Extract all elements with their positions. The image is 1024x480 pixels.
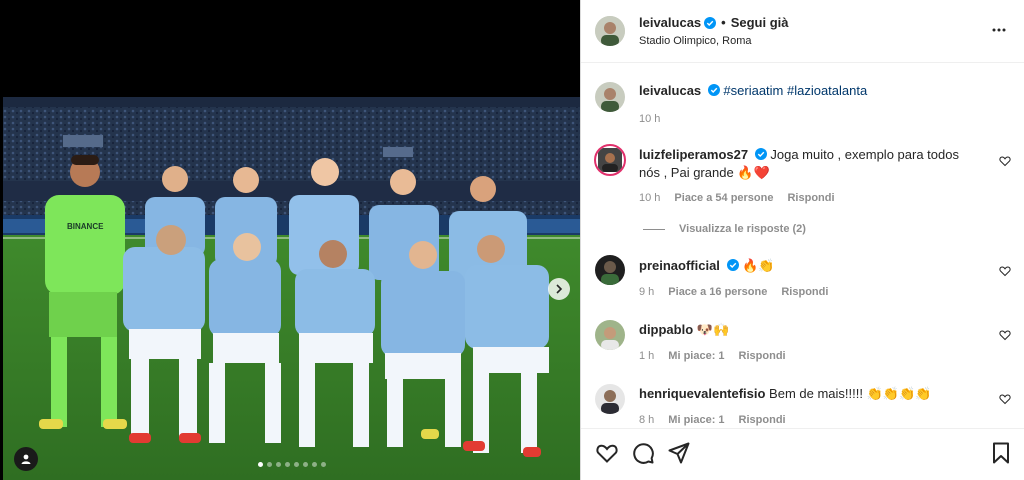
reply-button[interactable]: Rispondi (787, 192, 834, 204)
author-username[interactable]: leivalucas (639, 15, 701, 30)
commenter-avatar[interactable] (594, 144, 626, 176)
view-replies-label: Visualizza le risposte (2) (679, 223, 806, 235)
carousel-dot (303, 462, 308, 467)
comment-meta: 1 h Mi piace: 1 Rispondi (639, 350, 786, 362)
caption-author-avatar[interactable] (595, 82, 625, 112)
post-media-panel: BINANCE (0, 0, 580, 480)
comment-time[interactable]: 10 h (639, 192, 660, 204)
comment-meta: 8 h Mi piace: 1 Rispondi (639, 414, 786, 426)
verified-badge-icon (726, 259, 739, 271)
comment-like-heart-icon[interactable] (999, 329, 1011, 341)
carousel-dot (285, 462, 290, 467)
caption-author[interactable]: leivalucas (639, 83, 701, 98)
comment-meta: 10 h Piace a 54 persone Rispondi (639, 192, 835, 204)
comment-item: luizfeliperamos27 Joga muito , exemplo p… (639, 146, 979, 182)
person-tag-icon (21, 454, 31, 464)
comment-author[interactable]: luizfeliperamos27 (639, 147, 748, 162)
team-photo: BINANCE (3, 97, 580, 480)
comment-icon[interactable] (631, 441, 655, 465)
comment-like-heart-icon[interactable] (999, 265, 1011, 277)
comment-likes[interactable]: Piace a 54 persone (674, 192, 773, 204)
author-avatar[interactable] (595, 16, 625, 46)
send-icon[interactable] (667, 441, 691, 465)
post-caption: leivalucas #seriaatim #lazioatalanta (639, 82, 867, 100)
caption-time[interactable]: 10 h (639, 113, 660, 125)
comment-time[interactable]: 1 h (639, 350, 654, 362)
commenter-avatar[interactable] (595, 255, 625, 285)
comment-author[interactable]: preinaofficial (639, 258, 720, 273)
comment-item: preinaofficial 🔥👏 (639, 257, 775, 275)
comment-like-heart-icon[interactable] (999, 155, 1011, 167)
tagged-people-button[interactable] (14, 447, 38, 471)
post-location[interactable]: Stadio Olimpico, Roma (639, 35, 752, 47)
reply-button[interactable]: Rispondi (781, 286, 828, 298)
comment-text: 🐶🙌 (696, 322, 730, 337)
carousel-dot (312, 462, 317, 467)
carousel-dot (276, 462, 281, 467)
caption-meta: 10 h (639, 113, 660, 125)
comment-like-heart-icon[interactable] (999, 393, 1011, 405)
follow-status-button[interactable]: Segui già (731, 15, 789, 30)
verified-badge-icon (707, 84, 720, 96)
header-separator: • (721, 15, 726, 30)
comment-meta: 9 h Piace a 16 persone Rispondi (639, 286, 828, 298)
comment-author[interactable]: dippablo (639, 322, 693, 337)
post-sidebar: leivalucas • Segui già Stadio Olimpico, … (580, 0, 1024, 480)
comment-likes[interactable]: Piace a 16 persone (668, 286, 767, 298)
carousel-dot (294, 462, 299, 467)
carousel-dot (321, 462, 326, 467)
replies-divider (643, 228, 665, 230)
carousel-dot (267, 462, 272, 467)
caption-hashtags[interactable]: #seriaatim #lazioatalanta (723, 83, 867, 98)
verified-badge-icon (704, 16, 717, 29)
more-options-icon[interactable] (991, 22, 1007, 38)
comment-item: dippablo 🐶🙌 (639, 321, 729, 339)
post-action-bar (581, 428, 1024, 480)
carousel-indicator (258, 462, 326, 467)
comment-text: Bem de mais!!!!! 👏👏👏👏 (769, 386, 932, 401)
comment-item: henriquevalentefisio Bem de mais!!!!! 👏👏… (639, 385, 931, 403)
carousel-next-button[interactable] (548, 278, 570, 300)
view-replies-button[interactable]: Visualizza le risposte (2) (643, 223, 806, 235)
comment-time[interactable]: 8 h (639, 414, 654, 426)
comment-text: 🔥👏 (742, 258, 775, 273)
shirt-sponsor-label: BINANCE (67, 222, 104, 231)
verified-badge-icon (754, 148, 767, 160)
post-header: leivalucas • Segui già Stadio Olimpico, … (581, 0, 1024, 63)
carousel-dot (258, 462, 263, 467)
comment-likes[interactable]: Mi piace: 1 (668, 414, 724, 426)
bookmark-icon[interactable] (989, 441, 1013, 465)
commenter-avatar[interactable] (595, 320, 625, 350)
chevron-right-icon (556, 284, 563, 294)
reply-button[interactable]: Rispondi (739, 414, 786, 426)
instagram-post-dialog: BINANCE leivalucas • Segui già Stadio Ol… (0, 0, 1024, 480)
comment-time[interactable]: 9 h (639, 286, 654, 298)
comment-author[interactable]: henriquevalentefisio (639, 386, 765, 401)
reply-button[interactable]: Rispondi (739, 350, 786, 362)
heart-icon[interactable] (595, 441, 619, 465)
comment-likes[interactable]: Mi piace: 1 (668, 350, 724, 362)
commenter-avatar[interactable] (595, 384, 625, 414)
